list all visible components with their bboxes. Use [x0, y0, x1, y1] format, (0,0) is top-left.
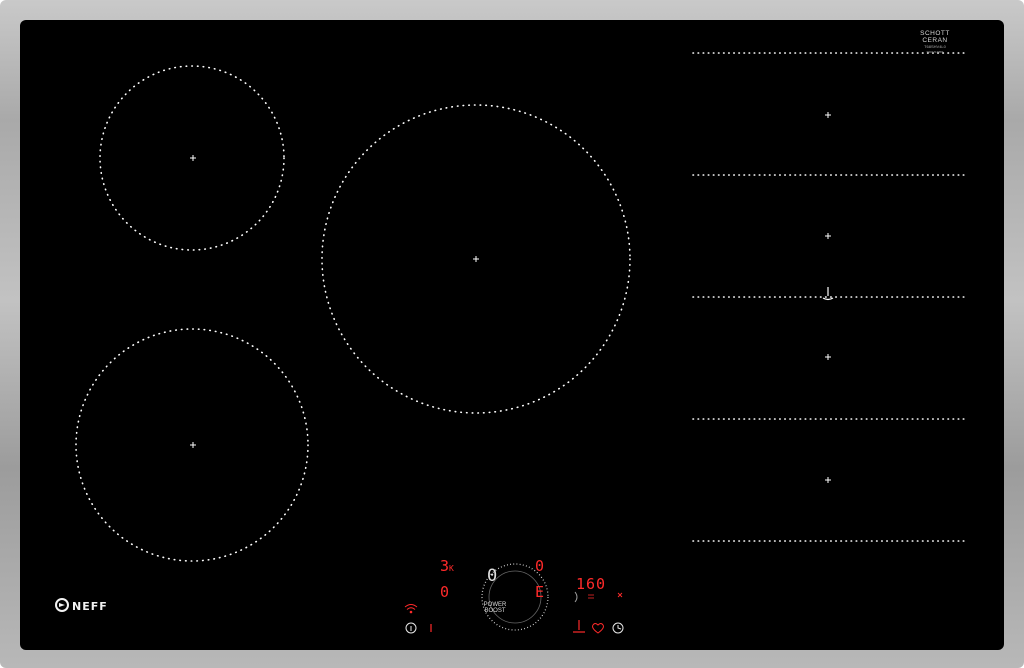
residual-heat-indicator: K — [449, 564, 454, 573]
zone-centre-mark — [473, 256, 479, 262]
hob-to-hood-icon[interactable] — [588, 594, 594, 599]
info-icon[interactable] — [405, 622, 417, 634]
timer-clock-icon[interactable] — [612, 622, 624, 634]
centre-power-display: 0 — [487, 566, 498, 586]
zone-display-left-top[interactable]: 3K — [440, 557, 454, 575]
glass-brand-label: SCHOTT CERAN T68SHV4L0 9001713887 — [917, 30, 953, 54]
temperature-probe-icon[interactable] — [573, 620, 585, 633]
zone-centre-mark — [190, 442, 196, 448]
zone-display-right-top[interactable]: 0 — [535, 557, 544, 575]
timer-display[interactable]: 160 — [576, 575, 606, 593]
neff-logo-icon — [55, 598, 69, 612]
serial-code: 9001713887 — [926, 50, 944, 54]
glass-brand-line1: SCHOTT — [920, 30, 950, 37]
cooking-zone-markings — [75, 52, 967, 634]
power-boost-button[interactable]: POWER BOOST — [474, 602, 516, 614]
power-boost-line2: BOOST — [484, 608, 506, 614]
glass-brand-line2: CERAN — [922, 37, 948, 44]
zone-centre-mark — [825, 233, 831, 239]
zone-link-icon[interactable] — [574, 591, 578, 603]
zone-display-left-bottom[interactable]: 0 — [440, 583, 449, 601]
lock-icon[interactable] — [617, 592, 623, 598]
zone-centre-mark — [825, 477, 831, 483]
zone-centre-mark — [825, 354, 831, 360]
favourite-heart-icon[interactable] — [592, 623, 604, 634]
wifi-icon[interactable] — [404, 604, 418, 614]
zone-display-right-bottom[interactable]: E — [535, 583, 544, 601]
brand-logo: NEFF — [72, 600, 108, 613]
zone-centre-mark — [825, 112, 831, 118]
zone-centre-mark — [190, 155, 196, 161]
